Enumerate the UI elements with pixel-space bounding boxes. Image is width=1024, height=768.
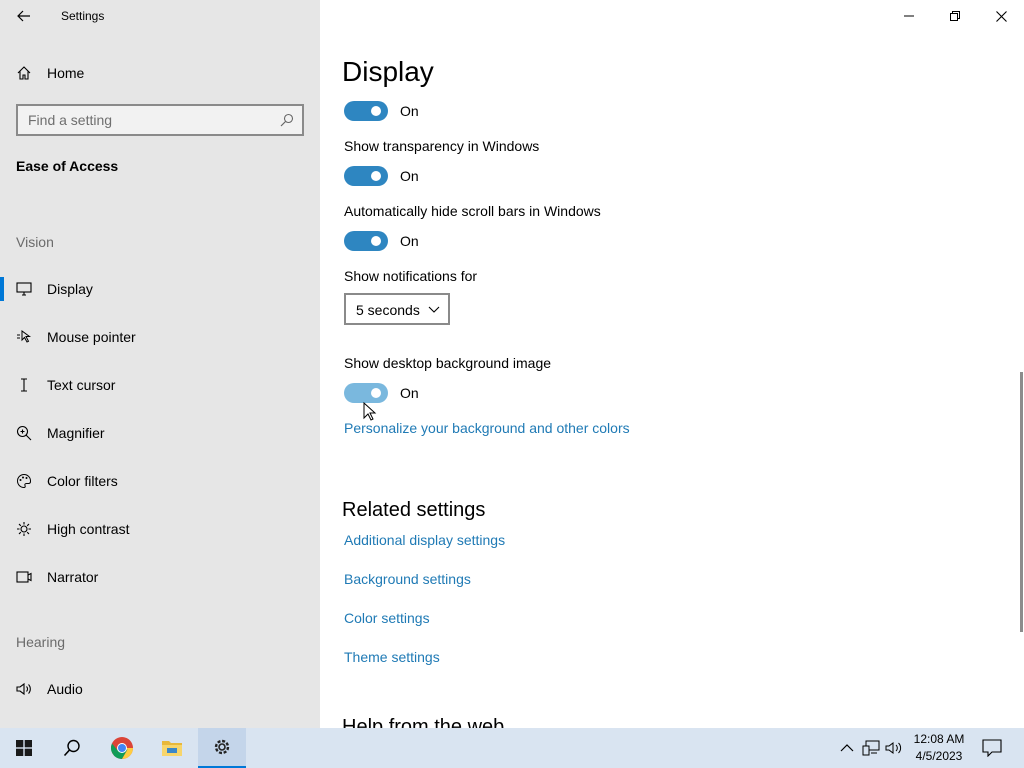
section-title: Ease of Access (16, 158, 119, 174)
chevron-up-icon[interactable] (838, 740, 856, 756)
minimize-button[interactable] (886, 0, 932, 32)
windows-logo-icon (16, 740, 32, 756)
sidebar-item-high-contrast[interactable]: High contrast (0, 509, 320, 549)
toggle-switch[interactable] (344, 101, 388, 121)
sidebar-item-home[interactable]: Home (0, 58, 320, 88)
search-input[interactable]: Find a setting (16, 104, 304, 136)
sidebar-item-label: Color filters (47, 473, 118, 489)
sidebar-item-label: High contrast (47, 521, 130, 537)
notification-center-icon[interactable] (982, 739, 1002, 757)
setting-label-scrollbars: Automatically hide scroll bars in Window… (344, 203, 601, 219)
volume-icon[interactable] (885, 740, 903, 756)
notifications-dropdown[interactable]: 5 seconds (344, 293, 450, 325)
link-background-settings[interactable]: Background settings (344, 571, 471, 587)
text-cursor-icon (21, 378, 27, 392)
speaker-icon (16, 682, 31, 696)
restore-icon (950, 11, 960, 21)
clock-date: 4/5/2023 (915, 749, 963, 763)
setting-label-notifications: Show notifications for (344, 268, 478, 284)
close-icon (995, 10, 1007, 22)
toggle-state: On (400, 233, 419, 249)
close-button[interactable] (978, 0, 1024, 32)
sidebar-item-mouse-pointer[interactable]: Mouse pointer (0, 317, 320, 357)
home-icon (17, 66, 31, 80)
narrator-icon (16, 571, 32, 583)
group-label-hearing: Hearing (16, 634, 66, 650)
scrollbar[interactable] (1020, 372, 1023, 632)
toggle-state: On (400, 103, 419, 119)
restore-button[interactable] (932, 0, 978, 32)
setting-label-transparency: Show transparency in Windows (344, 138, 540, 154)
chrome-icon (111, 737, 133, 759)
page-title: Display (342, 56, 434, 87)
group-label-vision: Vision (16, 234, 54, 250)
taskbar-file-explorer-button[interactable] (148, 728, 196, 768)
taskbar-search-button[interactable] (48, 728, 96, 768)
taskbar-settings-button[interactable] (198, 728, 246, 768)
taskbar-chrome-button[interactable] (98, 728, 146, 768)
transparency-toggle[interactable] (344, 166, 388, 186)
sidebar-item-home-label: Home (47, 65, 85, 81)
dropdown-value: 5 seconds (356, 302, 420, 318)
sidebar-item-text-cursor[interactable]: Text cursor (0, 365, 320, 405)
search-placeholder: Find a setting (28, 112, 113, 128)
search-icon (63, 739, 80, 757)
folder-icon (162, 741, 182, 756)
toggle-state: On (400, 385, 419, 401)
sidebar-item-magnifier[interactable]: Magnifier (0, 413, 320, 453)
system-clock[interactable]: 12:08 AM 4/5/2023 (904, 731, 974, 765)
sun-icon (17, 522, 31, 536)
scrollbars-toggle[interactable] (344, 231, 388, 251)
sidebar-item-display[interactable]: Display (0, 269, 320, 309)
palette-icon (17, 473, 31, 489)
monitor-icon (16, 282, 32, 296)
search-icon (280, 113, 294, 127)
sidebar-item-color-filters[interactable]: Color filters (0, 461, 320, 501)
magnifier-icon (16, 425, 32, 441)
sidebar-item-narrator[interactable]: Narrator (0, 557, 320, 597)
related-settings-title: Related settings (342, 499, 486, 521)
clock-time: 12:08 AM (913, 732, 965, 746)
sidebar-item-label: Audio (47, 681, 83, 697)
link-color-settings[interactable]: Color settings (344, 610, 430, 626)
mouse-pointer-icon (17, 330, 32, 343)
main-content: Display On Show transparency in Windows … (320, 0, 1024, 728)
help-from-web-title: Help from the web (342, 716, 505, 728)
sidebar-item-label: Text cursor (47, 377, 116, 393)
sidebar-item-label: Mouse pointer (47, 329, 136, 345)
back-button[interactable] (10, 4, 38, 28)
desktop-bg-toggle[interactable] (344, 383, 388, 403)
toggle-state: On (400, 168, 419, 184)
setting-label-desktop-bg: Show desktop background image (344, 355, 552, 371)
app-title: Settings (61, 9, 105, 23)
sidebar-item-label: Narrator (47, 569, 99, 585)
sidebar-item-label: Display (47, 281, 93, 297)
taskbar: 12:08 AM 4/5/2023 (0, 728, 1024, 768)
link-additional-display-settings[interactable]: Additional display settings (344, 532, 505, 548)
gear-icon (214, 739, 230, 755)
toggle-row-transparency: On (344, 166, 644, 186)
network-icon[interactable] (862, 740, 880, 756)
sidebar-item-audio[interactable]: Audio (0, 669, 320, 709)
minimize-icon (904, 15, 914, 17)
mouse-cursor-icon (363, 402, 377, 421)
back-arrow-icon (17, 10, 30, 22)
toggle-row-scrollbars: On (344, 231, 644, 251)
toggle-row-desktop-bg: On (344, 383, 644, 403)
start-button[interactable] (0, 728, 48, 768)
chevron-down-icon (428, 306, 440, 313)
sidebar: Settings Home Find a setting Ease of Acc… (0, 0, 320, 728)
link-theme-settings[interactable]: Theme settings (344, 649, 440, 665)
personalize-link[interactable]: Personalize your background and other co… (344, 420, 630, 436)
sidebar-item-label: Magnifier (47, 425, 105, 441)
toggle-row-top: On (344, 101, 644, 121)
